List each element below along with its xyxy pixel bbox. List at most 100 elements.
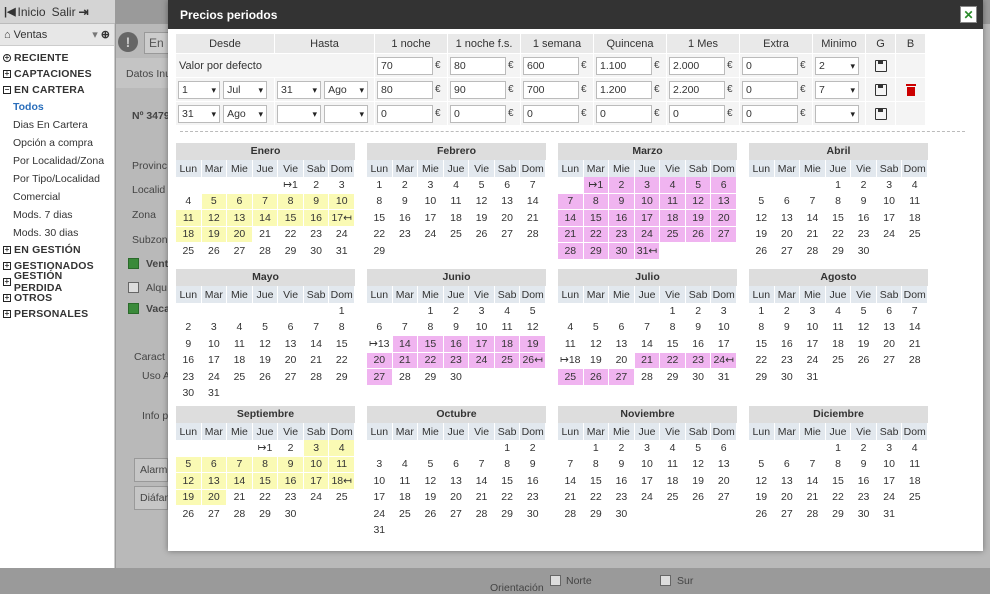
day-cell[interactable]: 2 [609,177,635,194]
day-cell[interactable]: 23 [278,489,304,506]
day-cell[interactable]: 1 [660,303,686,320]
day-cell[interactable]: 10 [800,319,826,336]
day-cell[interactable]: 27 [278,369,304,386]
day-cell[interactable]: 23 [392,226,419,243]
day-cell[interactable]: 19 [583,352,610,369]
day-cell[interactable]: 7 [902,303,928,320]
day-cell[interactable]: 18 [660,210,686,227]
day-cell[interactable]: 22 [825,226,852,243]
day-cell[interactable]: 16 [609,473,635,490]
day-cell[interactable]: 9 [609,193,635,210]
checkbox-norte[interactable] [550,575,561,586]
day-cell[interactable]: 13 [278,336,304,353]
day-cell[interactable]: 20 [227,226,253,243]
day-cell[interactable]: 21 [303,352,330,369]
day-cell[interactable]: 30 [774,369,801,386]
day-cell[interactable]: ↦18 [558,352,584,369]
day-cell[interactable]: 26 [583,369,610,386]
day-cell[interactable]: 29 [252,506,279,523]
day-cell[interactable]: 1 [367,177,393,194]
day-cell[interactable]: 20 [494,210,521,227]
day-cell[interactable]: 12 [201,210,228,227]
day-cell[interactable]: 4 [660,440,686,457]
day-cell[interactable]: 17 [876,210,903,227]
day-cell[interactable]: 14 [520,193,546,210]
day-cell[interactable]: 18 [494,336,521,353]
day-cell[interactable]: 24 [876,489,903,506]
day-cell[interactable]: 5 [749,193,775,210]
day-cell[interactable]: 6 [494,177,521,194]
day-cell[interactable]: 4 [392,456,419,473]
day-cell[interactable]: 22 [749,352,775,369]
day-cell[interactable]: 26 [685,489,712,506]
day-cell[interactable]: 22 [825,489,852,506]
add-circle-icon[interactable]: ⊕ [101,28,110,41]
day-cell[interactable]: 10 [634,456,661,473]
new-semana-input[interactable]: 0 [523,104,579,123]
day-cell[interactable]: 3 [876,177,903,194]
day-cell[interactable]: 3 [876,440,903,457]
day-cell[interactable]: 6 [711,440,737,457]
day-cell[interactable]: 7 [469,456,495,473]
day-cell[interactable]: 27 [711,489,737,506]
day-cell[interactable]: 17 [469,336,495,353]
day-cell[interactable]: 27 [367,369,393,386]
period-noche-fs-input[interactable]: 90 [450,80,506,99]
day-cell[interactable]: 15 [825,473,852,490]
day-cell[interactable]: 9 [774,319,801,336]
day-cell[interactable]: 9 [609,456,635,473]
new-from-month-select[interactable]: Ago [223,104,268,123]
default-quincena-input[interactable]: 1.100 [596,56,652,75]
day-cell[interactable]: 28 [469,506,495,523]
day-cell[interactable]: 26 [418,506,444,523]
day-cell[interactable]: 5 [583,319,610,336]
day-cell[interactable]: 25 [558,369,584,386]
day-cell[interactable]: 10 [876,193,903,210]
day-cell[interactable]: 13 [711,456,737,473]
day-cell[interactable]: ↦1 [583,177,610,194]
day-cell[interactable]: 30 [851,243,877,260]
day-cell[interactable]: 30 [851,506,877,523]
day-cell[interactable]: 15 [583,210,610,227]
day-cell[interactable]: 13 [227,210,253,227]
day-cell[interactable]: 25 [329,489,355,506]
day-cell[interactable]: 24 [634,489,661,506]
day-cell[interactable]: 25 [902,226,928,243]
day-cell[interactable]: 21 [469,489,495,506]
day-cell[interactable]: 13 [443,473,470,490]
day-cell[interactable]: 6 [443,456,470,473]
checkbox-vacaciones[interactable] [128,303,139,314]
section-captaciones[interactable]: + CAPTACIONES [0,66,114,82]
day-cell[interactable]: 17 [303,473,330,490]
day-cell[interactable]: 2 [278,440,304,457]
day-cell[interactable]: 8 [583,456,610,473]
save-icon[interactable] [874,83,887,96]
day-cell[interactable]: 18 [227,352,253,369]
day-cell[interactable]: 5 [851,303,877,320]
day-cell[interactable]: 14 [227,473,253,490]
day-cell[interactable]: 30 [443,369,470,386]
day-cell[interactable]: 11 [392,473,419,490]
day-cell[interactable]: 4 [176,193,202,210]
day-cell[interactable]: 23 [176,369,202,386]
day-cell[interactable]: 12 [252,336,279,353]
day-cell[interactable]: 21 [392,352,419,369]
day-cell[interactable]: 4 [902,177,928,194]
day-cell[interactable]: 25 [902,489,928,506]
day-cell[interactable]: 31 [329,243,355,260]
day-cell[interactable]: 18 [443,210,470,227]
day-cell[interactable]: 19 [418,489,444,506]
day-cell[interactable]: 9 [176,336,202,353]
day-cell[interactable]: 7 [558,193,584,210]
day-cell[interactable]: 27 [201,506,228,523]
day-cell[interactable]: 7 [392,319,419,336]
day-cell[interactable]: 26 [252,369,279,386]
day-cell[interactable]: 16 [278,473,304,490]
day-cell[interactable]: 4 [825,303,852,320]
day-cell[interactable]: 18 [392,489,419,506]
day-cell[interactable]: 29 [825,243,852,260]
day-cell[interactable]: 8 [418,319,444,336]
day-cell[interactable]: 6 [367,319,393,336]
day-cell[interactable]: 3 [634,440,661,457]
day-cell[interactable]: 16 [303,210,330,227]
